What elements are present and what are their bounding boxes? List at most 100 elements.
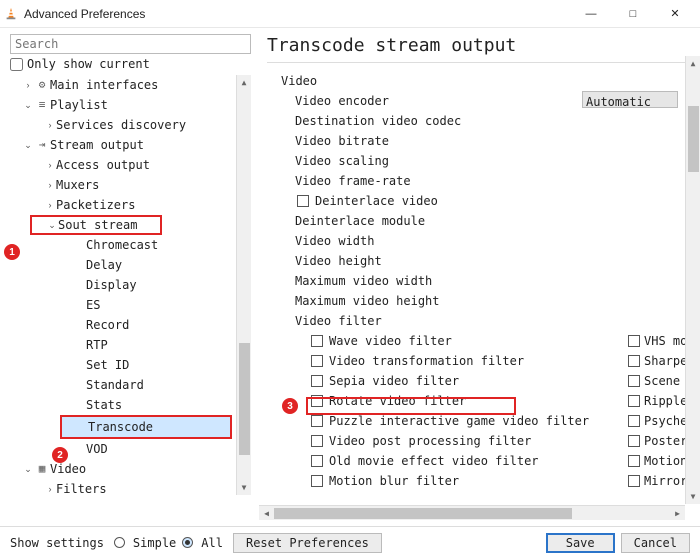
scroll-thumb[interactable] — [239, 343, 250, 455]
right-panel: Transcode stream output Video Video enco… — [257, 28, 700, 526]
filter-checkbox-r[interactable] — [628, 355, 640, 367]
filter-checkbox[interactable] — [311, 435, 323, 447]
filter-checkbox-r[interactable] — [628, 395, 640, 407]
filter-checkbox-r[interactable] — [628, 375, 640, 387]
window-title: Advanced Preferences — [24, 7, 145, 21]
scaling-row: Video scaling — [281, 151, 698, 171]
tree-record[interactable]: Record — [10, 315, 251, 335]
filter-transform[interactable]: Video transformation filterSharpe — [281, 351, 698, 371]
videofilter-header: Video filter — [281, 311, 698, 331]
radio-all[interactable] — [182, 537, 193, 548]
tree-access-output[interactable]: ›Access output — [10, 155, 251, 175]
separator — [267, 62, 698, 63]
page-title: Transcode stream output — [267, 35, 698, 56]
video-icon: ▦ — [34, 459, 50, 479]
scroll-up-icon[interactable]: ▲ — [237, 75, 251, 90]
tree-display[interactable]: Display — [10, 275, 251, 295]
filter-sepia[interactable]: Sepia video filterScene — [281, 371, 698, 391]
cancel-button[interactable]: Cancel — [621, 533, 690, 553]
close-button[interactable]: ✕ — [654, 0, 696, 28]
window-buttons: — □ ✕ — [570, 0, 696, 28]
tree-muxers[interactable]: ›Muxers — [10, 175, 251, 195]
callout-2: 2 — [52, 447, 68, 463]
filter-checkbox[interactable] — [311, 475, 323, 487]
filter-transform-highlight — [306, 397, 516, 415]
scroll-thumb[interactable] — [688, 106, 699, 172]
only-show-current-checkbox[interactable] — [10, 58, 23, 71]
gear-icon: ⚙ — [34, 75, 50, 95]
tree-main-interfaces[interactable]: ›⚙Main interfaces — [10, 75, 251, 95]
video-encoder-value[interactable]: Automatic — [582, 91, 678, 108]
filter-checkbox-r[interactable] — [628, 475, 640, 487]
only-show-current-label: Only show current — [27, 57, 150, 71]
tree-transcode[interactable]: Transcode — [62, 417, 230, 437]
filter-checkbox[interactable] — [311, 455, 323, 467]
filter-post[interactable]: Video post processing filterPoster — [281, 431, 698, 451]
footer: Show settings Simple All Reset Preferenc… — [0, 526, 700, 558]
search-input[interactable] — [10, 34, 251, 54]
tree-stats[interactable]: Stats — [10, 395, 251, 415]
video-section-header: Video — [281, 71, 698, 91]
tree-es[interactable]: ES — [10, 295, 251, 315]
filter-checkbox[interactable] — [311, 375, 323, 387]
titlebar: Advanced Preferences — □ ✕ — [0, 0, 700, 28]
tree-filters[interactable]: ›Filters — [10, 479, 251, 495]
filter-motionblur[interactable]: Motion blur filterMirror — [281, 471, 698, 491]
tree-services-discovery[interactable]: ›Services discovery — [10, 115, 251, 135]
filter-checkbox-r[interactable] — [628, 415, 640, 427]
tree-playlist[interactable]: ⌄≡Playlist — [10, 95, 251, 115]
maxwidth-row: Maximum video width — [281, 271, 698, 291]
scroll-up-icon[interactable]: ▲ — [686, 56, 700, 71]
filter-checkbox-r[interactable] — [628, 455, 640, 467]
filter-checkbox[interactable] — [311, 415, 323, 427]
filter-oldmovie[interactable]: Old movie effect video filterMotion — [281, 451, 698, 471]
tree-transcode-highlight: Transcode — [60, 415, 232, 439]
reset-button[interactable]: Reset Preferences — [233, 533, 382, 553]
filter-wave[interactable]: Wave video filterVHS mo — [281, 331, 698, 351]
scroll-down-icon[interactable]: ▼ — [237, 480, 251, 495]
list-icon: ≡ — [34, 95, 50, 115]
callout-1: 1 — [4, 244, 20, 260]
minimize-button[interactable]: — — [570, 0, 612, 28]
save-button[interactable]: Save — [546, 533, 615, 553]
stream-icon: ⇥ — [34, 135, 50, 155]
scroll-down-icon[interactable]: ▼ — [686, 489, 700, 504]
tree-video[interactable]: ⌄▦Video — [10, 459, 251, 479]
only-show-current[interactable]: Only show current — [10, 57, 251, 71]
right-vscrollbar[interactable]: ▲ ▼ — [685, 56, 700, 504]
tree-scrollbar[interactable]: ▲ ▼ — [236, 75, 251, 495]
tree-setid[interactable]: Set ID — [10, 355, 251, 375]
dest-codec-row: Destination video codec — [281, 111, 698, 131]
scroll-left-icon[interactable]: ◀ — [259, 506, 274, 521]
deinterlace-mod-row: Deinterlace module — [281, 211, 698, 231]
scroll-right-icon[interactable]: ▶ — [670, 506, 685, 521]
content: Only show current ›⚙Main interfaces ⌄≡Pl… — [0, 28, 700, 526]
width-row: Video width — [281, 231, 698, 251]
height-row: Video height — [281, 251, 698, 271]
tree-standard[interactable]: Standard — [10, 375, 251, 395]
maximize-button[interactable]: □ — [612, 0, 654, 28]
tree-stream-output[interactable]: ⌄⇥Stream output — [10, 135, 251, 155]
tree-vod[interactable]: VOD — [10, 439, 251, 459]
radio-simple[interactable] — [114, 537, 125, 548]
filter-checkbox-r[interactable] — [628, 435, 640, 447]
left-panel: Only show current ›⚙Main interfaces ⌄≡Pl… — [0, 28, 257, 526]
vlc-cone-icon — [4, 7, 18, 21]
tree-sout-stream[interactable]: ⌄Sout stream — [30, 215, 162, 235]
show-settings-label: Show settings — [10, 536, 104, 550]
deinterlace-row[interactable]: Deinterlace video — [281, 191, 698, 211]
bitrate-row: Video bitrate — [281, 131, 698, 151]
pref-tree[interactable]: ›⚙Main interfaces ⌄≡Playlist ›Services d… — [10, 75, 251, 495]
filter-checkbox[interactable] — [311, 355, 323, 367]
framerate-row: Video frame-rate — [281, 171, 698, 191]
tree-packetizers[interactable]: ›Packetizers — [10, 195, 251, 215]
filter-checkbox-r[interactable] — [628, 335, 640, 347]
tree-rtp[interactable]: RTP — [10, 335, 251, 355]
scroll-thumb[interactable] — [274, 508, 572, 519]
radio-simple-label: Simple — [133, 536, 176, 550]
tree-delay[interactable]: Delay — [10, 255, 251, 275]
tree-chromecast[interactable]: Chromecast — [10, 235, 251, 255]
deinterlace-checkbox[interactable] — [297, 195, 309, 207]
filter-checkbox[interactable] — [311, 335, 323, 347]
right-hscrollbar[interactable]: ◀ ▶ — [259, 505, 685, 520]
